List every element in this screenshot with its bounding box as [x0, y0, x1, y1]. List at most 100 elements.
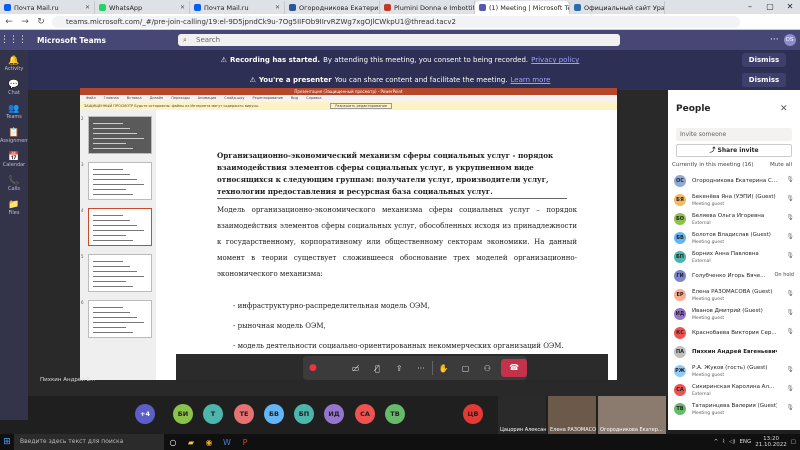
browser-tab[interactable]: Официальный сайт Уральского...✕	[570, 1, 665, 14]
back-icon[interactable]: ←	[4, 17, 14, 27]
browser-tab[interactable]: Огородникова Екатерина Сергеевна✕	[285, 1, 380, 14]
participant-list-item[interactable]: СА Сикиринская Каролина Ал... External 🎙	[672, 382, 796, 401]
dismiss-button[interactable]: Dismiss	[742, 73, 786, 87]
close-window-icon[interactable]: ✕	[780, 0, 800, 14]
share-invite-button[interactable]: ⤴ Share invite	[676, 144, 792, 157]
url-field[interactable]: teams.microsoft.com/_#/pre-join-calling/…	[52, 15, 740, 28]
slide-thumbnail[interactable]	[88, 208, 152, 246]
more-participants-button[interactable]: +4	[135, 404, 155, 424]
chat-icon[interactable]: ▢	[455, 364, 477, 373]
notifications-icon[interactable]: ▢	[791, 439, 796, 445]
participant-avatar[interactable]: ЦВ	[463, 404, 483, 424]
dismiss-button[interactable]: Dismiss	[742, 53, 786, 67]
participant-list-item[interactable]: БО Беляева Ольга Игоревна External 🎙	[672, 211, 796, 230]
participant-list-item[interactable]: ИД Иванов Дмитрий (Guest) Meeting guest 🎙	[672, 306, 796, 325]
word-icon[interactable]: W	[218, 438, 236, 447]
browser-tab[interactable]: (1) Meeting | Microsoft Teams✕	[475, 1, 570, 14]
app-launcher-icon[interactable]: ⋮⋮⋮	[0, 35, 27, 45]
task-view-icon[interactable]: ○	[164, 438, 182, 447]
language-indicator[interactable]: ENG	[739, 439, 751, 445]
participant-list-item[interactable]: БВ Болотов Владислав (Guest) Meeting guest…	[672, 230, 796, 249]
tray-arrow-icon[interactable]: ^	[714, 439, 719, 445]
enable-editing-button[interactable]: Разрешить редактирование	[330, 103, 393, 109]
participant-avatar[interactable]: ТЕ	[234, 404, 254, 424]
forward-icon[interactable]: →	[20, 17, 30, 27]
rail-item-chat[interactable]: 💬 Chat	[0, 80, 28, 96]
participant-video-tile[interactable]: Елена РАЗОМАСОВА ...	[548, 396, 596, 434]
ppt-ribbon-tab[interactable]: Вид	[291, 95, 298, 102]
close-tab-icon[interactable]: ✕	[180, 4, 185, 11]
search-input[interactable]: ⌕ Search	[178, 34, 620, 46]
rail-item-files[interactable]: 📁 Files	[0, 200, 28, 216]
powerpoint-icon[interactable]: P	[236, 438, 254, 447]
privacy-policy-link[interactable]: Privacy policy	[531, 56, 579, 64]
invite-input[interactable]: Invite someone	[676, 128, 792, 141]
close-tab-icon[interactable]: ✕	[85, 4, 90, 11]
ppt-ribbon-tab[interactable]: Анимация	[198, 95, 217, 102]
slide-thumbnail[interactable]	[88, 254, 152, 292]
close-icon[interactable]: ✕	[780, 104, 788, 114]
minimize-icon[interactable]: –	[740, 0, 760, 14]
camera-off-icon[interactable]: ▭̸	[345, 364, 367, 373]
participant-list-item[interactable]: БЯ Бекенёва Яна (УЭПИ) (Guest) Meeting gue…	[672, 192, 796, 211]
rail-item-assignments[interactable]: 📋 Assignments	[0, 128, 32, 144]
browser-tab[interactable]: WhatsApp ✕	[95, 1, 190, 14]
ppt-ribbon-tab[interactable]: Файл	[86, 95, 96, 102]
volume-icon[interactable]: ◁)	[729, 439, 735, 445]
slide-thumbnail[interactable]	[88, 116, 152, 154]
people-icon[interactable]: ⚇	[476, 364, 498, 373]
windows-start-icon[interactable]: ⊞	[0, 437, 14, 447]
mic-off-icon[interactable]: 🎙̸	[366, 364, 388, 373]
in-meeting-section[interactable]: Currently in this meeting (16) Mute all	[672, 162, 796, 168]
rail-item-calls[interactable]: 📞 Calls	[0, 176, 28, 192]
ppt-ribbon-tab[interactable]: Дизайн	[150, 95, 164, 102]
participant-avatar[interactable]: ИД	[324, 404, 344, 424]
participant-list-item[interactable]: ОС Огородникова Екатерина С... 🎙	[672, 173, 796, 192]
leave-call-button[interactable]: ☎	[501, 359, 527, 377]
participant-list-item[interactable]: БП Борних Анна Павловна External 🎙	[672, 249, 796, 268]
avatar[interactable]: OS	[783, 34, 796, 46]
mute-all-button[interactable]: Mute all	[770, 162, 792, 168]
slide-thumbnail[interactable]	[88, 162, 152, 200]
reload-icon[interactable]: ↻	[36, 17, 46, 27]
share-tray-icon[interactable]: ⇪	[388, 364, 410, 373]
learn-more-link[interactable]: Learn more	[511, 76, 551, 84]
ppt-ribbon-tab[interactable]: Переходы	[171, 95, 190, 102]
maximize-icon[interactable]: ▢	[760, 0, 780, 14]
participant-list-item[interactable]: КС Краснобаева Виктория Сер... 🎙	[672, 325, 796, 344]
rail-item-teams[interactable]: 👥 Teams	[0, 104, 28, 120]
participant-avatar[interactable]: БП	[294, 404, 314, 424]
participant-list-item[interactable]: ПА Пихкин Андрей Евгеньевич	[672, 344, 796, 363]
ppt-ribbon-tab[interactable]: Рецензирование	[253, 95, 284, 102]
participant-avatar[interactable]: СА	[355, 404, 375, 424]
rail-item-calendar[interactable]: 📅 Calendar	[0, 152, 28, 168]
participant-avatar[interactable]: БИ	[173, 404, 193, 424]
participant-avatar[interactable]: Т	[203, 404, 223, 424]
participant-list-item[interactable]: РЖ Р.А. Жуков (гость) (Guest) Meeting gues…	[672, 363, 796, 382]
raise-hand-icon[interactable]: ✋	[433, 364, 455, 373]
browser-tab[interactable]: Почта Mail.ru ✕	[0, 1, 95, 14]
participant-list-item[interactable]: ЕР Елена РАЗОМАСОВА (Guest) Meeting guest 🎙	[672, 287, 796, 306]
participant-video-tile[interactable]: Огородникова Екатер...	[598, 396, 666, 434]
ppt-ribbon-tab[interactable]: Вставка	[127, 95, 142, 102]
clock[interactable]: 13:20 21.10.2022	[755, 436, 787, 448]
taskbar-search-input[interactable]: Введите здесь текст для поиска	[14, 434, 164, 450]
browser-tab[interactable]: Почта Mail.ru ✕	[190, 1, 285, 14]
browser-tab[interactable]: Plumini Donna e Imbottiti, Cap...✕	[380, 1, 475, 14]
more-options-icon[interactable]: ···	[770, 35, 779, 45]
ppt-ribbon-tab[interactable]: Слайд-шоу	[224, 95, 244, 102]
participant-video-tile[interactable]: Цацорин Александр...	[498, 396, 546, 434]
slide-thumbnail[interactable]	[88, 300, 152, 338]
explorer-icon[interactable]: ▰	[182, 438, 200, 447]
close-tab-icon[interactable]: ✕	[275, 4, 280, 11]
participant-avatar[interactable]: БВ	[264, 404, 284, 424]
participant-list-item[interactable]: ТВ Татаринцева Валерия (Guest) Meeting gue…	[672, 401, 796, 420]
ppt-ribbon-tab[interactable]: Справка	[306, 95, 321, 102]
rail-item-activity[interactable]: 🔔 Activity	[0, 56, 28, 72]
participant-avatar[interactable]: ТВ	[385, 404, 405, 424]
chrome-icon[interactable]: ◉	[200, 438, 218, 447]
ppt-ribbon-tab[interactable]: Главная	[104, 95, 119, 102]
participant-list-item[interactable]: ГИ Голубченко Игорь Вяче... On hold	[672, 268, 796, 287]
more-actions-icon[interactable]: ···	[410, 364, 432, 373]
network-icon[interactable]: ⌇	[722, 439, 725, 445]
